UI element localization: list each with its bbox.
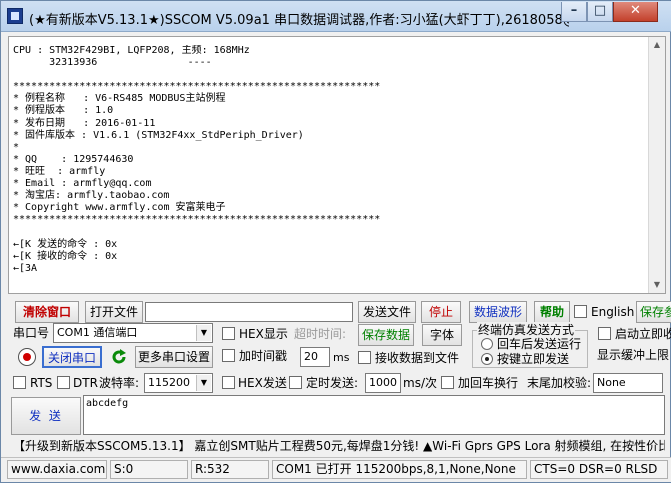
interval-unit-label: ms <box>333 351 350 364</box>
app-window: (★有新版本V5.13.1★)SSCOM V5.09a1 串口数据调试器,作者:… <box>0 0 671 483</box>
chevron-down-icon: ▼ <box>196 375 211 391</box>
window-title: (★有新版本V5.13.1★)SSCOM V5.09a1 串口数据调试器,作者:… <box>29 13 569 28</box>
timed-send-label: 定时发送: <box>306 376 359 390</box>
receive-line: ←[3A <box>13 262 38 274</box>
rts-checkbox[interactable] <box>13 376 26 389</box>
key-immediate-label: 按键立即发送 <box>497 352 570 366</box>
scroll-up-icon[interactable]: ▲ <box>649 37 665 53</box>
receive-line: * 例程版本 : 1.0 <box>13 105 114 117</box>
add-crlf-checkbox[interactable] <box>441 376 454 389</box>
hex-send-label: HEX发送 <box>238 376 287 390</box>
send-file-button[interactable]: 发送文件 <box>358 301 416 323</box>
file-path-input[interactable] <box>145 302 353 322</box>
data-waveform-button[interactable]: 数据波形 <box>469 301 527 323</box>
minimize-button[interactable]: – <box>561 2 587 22</box>
minimize-icon: – <box>570 3 578 18</box>
status-sent-count: S:0 <box>110 460 188 479</box>
close-button[interactable]: ✕ <box>613 2 658 22</box>
more-port-settings-button[interactable]: 更多串口设置 <box>135 346 213 368</box>
status-signals: CTS=0 DSR=0 RLSD <box>530 460 668 479</box>
receive-line: * 发布日期 : 2016-01-11 <box>13 117 156 129</box>
recv-to-file-checkbox[interactable] <box>358 351 371 364</box>
maximize-icon: □ <box>593 3 607 18</box>
dtr-label: DTR <box>73 376 98 390</box>
send-button[interactable]: 发 送 <box>11 397 81 435</box>
add-timestamp-checkbox[interactable] <box>222 349 235 362</box>
add-timestamp-label: 加时间戳 <box>239 349 288 363</box>
baud-select-value: 115200 <box>148 376 190 389</box>
title-bar: (★有新版本V5.13.1★)SSCOM V5.09a1 串口数据调试器,作者:… <box>1 1 671 32</box>
receive-line: ←[K 接收的命令 : 0x <box>13 250 118 262</box>
auto-receive-checkbox[interactable] <box>598 327 611 340</box>
receive-line <box>13 69 649 81</box>
receive-line: ****************************************… <box>13 81 381 93</box>
receive-line <box>13 226 649 238</box>
save-params-button[interactable]: 保存参数 <box>636 301 671 323</box>
status-website[interactable]: www.daxia.com <box>7 460 107 479</box>
receive-line: * 例程名称 : V6-RS485 MODBUS主站例程 <box>13 93 226 105</box>
hex-display-label: HEX显示 <box>239 327 288 341</box>
baud-select[interactable]: 115200 ▼ <box>144 373 213 393</box>
auto-receive-label: 启动立即收 <box>615 327 671 341</box>
receive-line: CPU : STM32F429BI, LQFP208, 主频: 168MHz <box>13 45 250 56</box>
receive-text: CPU : STM32F429BI, LQFP208, 主频: 168MHz 3… <box>13 45 649 275</box>
hex-send-checkbox[interactable] <box>222 376 235 389</box>
receive-line: * QQ : 1295744630 <box>13 153 134 165</box>
timed-send-checkbox[interactable] <box>289 376 302 389</box>
receive-line: * 固件库版本 : V1.6.1 (STM32F4xx_StdPeriph_Dr… <box>13 129 304 141</box>
chevron-down-icon: ▼ <box>196 325 211 341</box>
font-button[interactable]: 字体 <box>422 324 462 346</box>
receive-line: * Email : armfly@qq.com <box>13 178 152 190</box>
record-icon <box>18 348 36 366</box>
status-received-count: R:532 <box>191 460 269 479</box>
status-bar: www.daxia.com S:0 R:532 COM1 已打开 115200b… <box>1 457 671 482</box>
english-checkbox[interactable] <box>574 305 587 318</box>
recv-to-file-label: 接收数据到文件 <box>375 351 460 365</box>
clear-window-button[interactable]: 清除窗口 <box>15 301 79 323</box>
stop-button[interactable]: 停止 <box>421 301 461 323</box>
timed-interval-input[interactable]: 1000 <box>365 373 401 393</box>
rts-label: RTS <box>30 376 53 390</box>
receive-area[interactable]: CPU : STM32F429BI, LQFP208, 主频: 168MHz 3… <box>8 36 666 294</box>
app-icon <box>7 8 23 24</box>
receive-line: * 淘宝店: armfly.taobao.com <box>13 190 170 202</box>
port-select[interactable]: COM1 通信端口 ▼ <box>53 323 213 343</box>
ad-banner[interactable]: 【升级到新版本SSCOM5.13.1】 嘉立创SMT贴片工程费50元,每焊盘1分… <box>13 438 665 454</box>
send-input[interactable]: abcdefg <box>83 395 665 435</box>
checksum-select[interactable]: None <box>593 373 663 393</box>
hex-display-checkbox[interactable] <box>222 327 235 340</box>
refresh-icon[interactable] <box>109 347 129 367</box>
timed-unit-label: ms/次 <box>403 376 437 390</box>
baud-label: 波特率: <box>99 376 140 390</box>
receive-line: * <box>13 141 20 153</box>
receive-line: * Copyright www.armfly.com 安富莱电子 <box>13 202 226 214</box>
send-input-text: abcdefg <box>86 398 129 409</box>
dtr-checkbox[interactable] <box>57 376 70 389</box>
save-data-button[interactable]: 保存数据 <box>358 324 414 346</box>
checksum-label: 末尾加校验: <box>527 376 592 390</box>
port-label: 串口号 <box>13 326 50 340</box>
vertical-scrollbar[interactable]: ▲ ▼ <box>648 37 665 293</box>
receive-line: 32313936 ---- <box>13 57 212 69</box>
timeout-label: 超时时间: <box>294 327 347 341</box>
interval-input[interactable]: 20 <box>300 347 330 367</box>
receive-line: * 旺旺 : armfly <box>13 165 106 177</box>
scroll-down-icon[interactable]: ▼ <box>649 277 665 293</box>
open-file-button[interactable]: 打开文件 <box>85 301 143 323</box>
port-select-value: COM1 通信端口 <box>57 326 138 339</box>
help-button[interactable]: 帮助 <box>534 301 570 323</box>
receive-line: ****************************************… <box>13 214 381 226</box>
close-port-button[interactable]: 关闭串口 <box>42 346 102 368</box>
show-buffer-label[interactable]: 显示缓冲上限 <box>597 347 669 363</box>
english-label: English <box>591 305 635 319</box>
carriage-return-label: 回车后发送运行 <box>497 337 582 351</box>
status-port-info: COM1 已打开 115200bps,8,1,None,None <box>272 460 527 479</box>
receive-line: ←[K 发送的命令 : 0x <box>13 238 118 250</box>
close-icon: ✕ <box>630 3 641 18</box>
key-immediate-radio[interactable] <box>481 353 493 365</box>
maximize-button[interactable]: □ <box>587 2 613 22</box>
carriage-return-radio[interactable] <box>481 338 493 350</box>
add-crlf-label: 加回车换行 <box>458 376 519 390</box>
